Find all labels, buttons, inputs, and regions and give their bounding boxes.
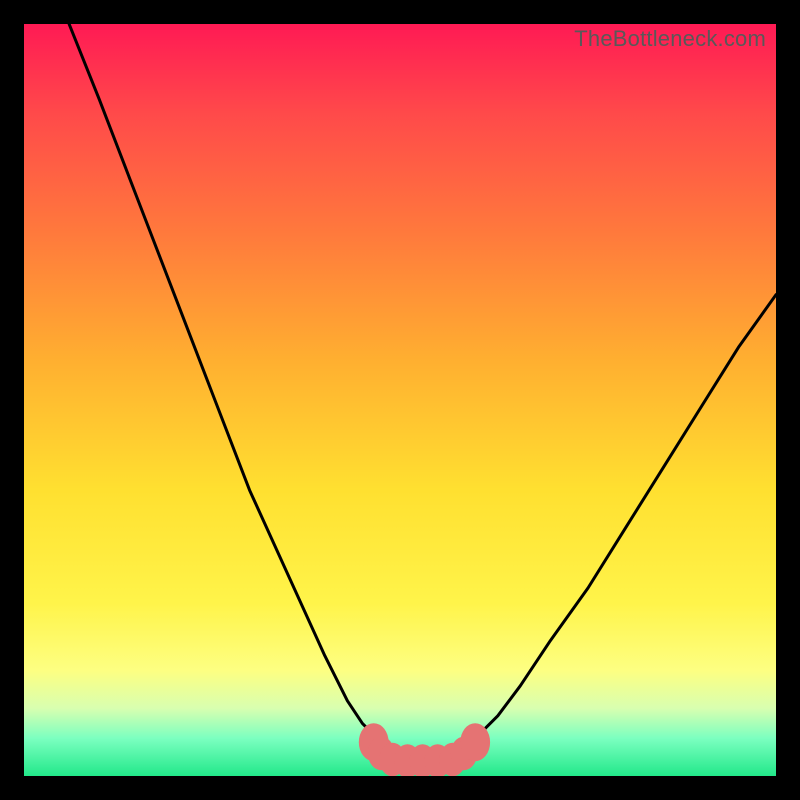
chart-curves bbox=[69, 24, 776, 761]
chart-plot-area: TheBottleneck.com bbox=[24, 24, 776, 776]
chart-markers bbox=[359, 723, 490, 776]
marker-8 bbox=[460, 723, 490, 761]
chart-svg bbox=[24, 24, 776, 776]
chart-frame: TheBottleneck.com bbox=[0, 0, 800, 800]
series-left-curve bbox=[69, 24, 377, 738]
series-right-curve bbox=[475, 295, 776, 739]
